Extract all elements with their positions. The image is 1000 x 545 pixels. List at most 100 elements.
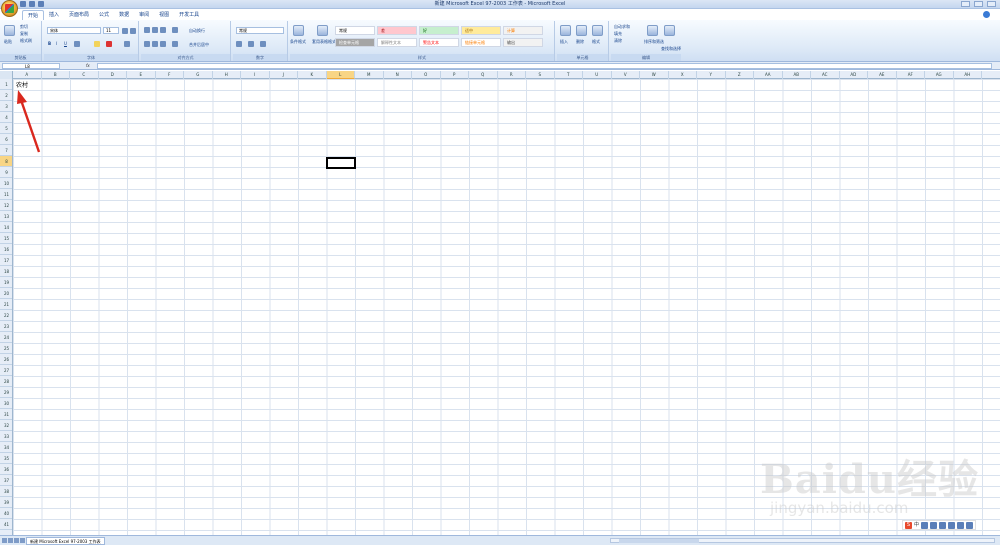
delete-cells-icon[interactable] <box>576 25 587 36</box>
column-header-ad[interactable]: AD <box>840 71 868 79</box>
row-header-12[interactable]: 12 <box>0 200 12 211</box>
formula-input[interactable] <box>97 63 992 69</box>
column-header-k[interactable]: K <box>298 71 327 79</box>
maximize-button[interactable] <box>974 1 983 7</box>
orientation-icon[interactable] <box>172 27 178 33</box>
sogou-icon[interactable]: S <box>905 521 912 529</box>
conditional-format-button[interactable]: 条件格式 <box>290 39 306 44</box>
column-header-g[interactable]: G <box>184 71 213 79</box>
align-center-icon[interactable] <box>152 41 158 47</box>
row-header-36[interactable]: 36 <box>0 464 12 475</box>
row-header-40[interactable]: 40 <box>0 508 12 519</box>
row-header-19[interactable]: 19 <box>0 277 12 288</box>
column-header-ae[interactable]: AE <box>868 71 897 79</box>
row-header-39[interactable]: 39 <box>0 497 12 508</box>
paste-icon[interactable] <box>4 25 15 36</box>
last-sheet-icon[interactable] <box>20 538 25 543</box>
bold-button[interactable]: B <box>48 41 51 46</box>
fill-color-icon[interactable] <box>94 41 100 47</box>
row-header-34[interactable]: 34 <box>0 442 12 453</box>
tab-6[interactable]: 视图 <box>154 10 174 20</box>
style-cell-6[interactable]: 解释性文本 <box>377 38 417 47</box>
column-header-u[interactable]: U <box>583 71 612 79</box>
tab-4[interactable]: 数据 <box>114 10 134 20</box>
column-header-ag[interactable]: AG <box>925 71 954 79</box>
row-header-22[interactable]: 22 <box>0 310 12 321</box>
column-header-o[interactable]: O <box>412 71 441 79</box>
column-header-aa[interactable]: AA <box>754 71 783 79</box>
font-name-select[interactable]: 宋体 <box>47 27 101 34</box>
row-header-9[interactable]: 9 <box>0 167 12 178</box>
column-header-i[interactable]: I <box>241 71 270 79</box>
align-middle-icon[interactable] <box>152 27 158 33</box>
row-header-41[interactable]: 41 <box>0 519 12 530</box>
row-header-25[interactable]: 25 <box>0 343 12 354</box>
grow-font-icon[interactable] <box>122 28 128 34</box>
row-header-32[interactable]: 32 <box>0 420 12 431</box>
border-icon[interactable] <box>74 41 80 47</box>
column-header-d[interactable]: D <box>99 71 127 79</box>
row-header-20[interactable]: 20 <box>0 288 12 299</box>
indent-icon[interactable] <box>172 41 178 47</box>
row-header-4[interactable]: 4 <box>0 112 12 123</box>
style-cell-1[interactable]: 差 <box>377 26 417 35</box>
row-header-6[interactable]: 6 <box>0 134 12 145</box>
user-icon[interactable] <box>948 521 956 529</box>
find-select-icon[interactable] <box>664 25 675 36</box>
help-icon[interactable] <box>983 11 990 18</box>
row-header-13[interactable]: 13 <box>0 211 12 222</box>
shirt-icon[interactable] <box>957 521 965 529</box>
column-header-w[interactable]: W <box>640 71 669 79</box>
style-cell-5[interactable]: 检查单元格 <box>335 38 375 47</box>
fill-button[interactable]: 填充 <box>614 31 622 36</box>
column-header-n[interactable]: N <box>384 71 412 79</box>
row-header-5[interactable]: 5 <box>0 123 12 134</box>
name-box[interactable]: L8 <box>2 63 60 69</box>
column-header-r[interactable]: R <box>498 71 526 79</box>
column-header-t[interactable]: T <box>555 71 583 79</box>
currency-icon[interactable] <box>236 41 242 47</box>
format-cells-icon[interactable] <box>592 25 603 36</box>
style-cell-0[interactable]: 常规 <box>335 26 375 35</box>
shrink-font-icon[interactable] <box>130 28 136 34</box>
column-header-c[interactable]: C <box>70 71 99 79</box>
wrap-text-button[interactable]: 自动换行 <box>189 28 205 33</box>
sort-filter-button[interactable]: 排序和筛选 <box>644 39 664 44</box>
column-header-h[interactable]: H <box>213 71 241 79</box>
row-header-33[interactable]: 33 <box>0 431 12 442</box>
column-header-m[interactable]: M <box>355 71 384 79</box>
prev-sheet-icon[interactable] <box>8 538 13 543</box>
row-header-17[interactable]: 17 <box>0 255 12 266</box>
minimize-button[interactable] <box>961 1 970 7</box>
keyboard-icon[interactable] <box>939 521 947 529</box>
next-sheet-icon[interactable] <box>14 538 19 543</box>
row-header-7[interactable]: 7 <box>0 145 12 156</box>
conditional-format-icon[interactable] <box>293 25 304 36</box>
close-button[interactable] <box>987 1 996 7</box>
clear-button[interactable]: 清除 <box>614 38 622 43</box>
font-color-icon[interactable] <box>106 41 112 47</box>
row-header-30[interactable]: 30 <box>0 398 12 409</box>
column-header-l[interactable]: L <box>326 71 355 79</box>
copy-button[interactable]: 复制 <box>20 31 28 36</box>
row-header-27[interactable]: 27 <box>0 365 12 376</box>
column-header-f[interactable]: F <box>156 71 184 79</box>
tab-2[interactable]: 页面布局 <box>64 10 94 20</box>
tab-5[interactable]: 审阅 <box>134 10 154 20</box>
tab-1[interactable]: 插入 <box>44 10 64 20</box>
autosum-button[interactable]: 自动求和 <box>614 24 630 29</box>
style-cell-2[interactable]: 好 <box>419 26 459 35</box>
style-cell-9[interactable]: 输出 <box>503 38 543 47</box>
column-header-v[interactable]: V <box>612 71 640 79</box>
insert-cells-icon[interactable] <box>560 25 571 36</box>
column-header-af[interactable]: AF <box>897 71 925 79</box>
column-header-q[interactable]: Q <box>469 71 498 79</box>
column-header-a[interactable]: A <box>13 71 42 79</box>
horizontal-scrollbar[interactable] <box>610 538 995 543</box>
format-painter-button[interactable]: 格式刷 <box>20 38 32 43</box>
row-header-26[interactable]: 26 <box>0 354 12 365</box>
row-header-38[interactable]: 38 <box>0 486 12 497</box>
punct-icon[interactable] <box>921 521 929 529</box>
row-header-10[interactable]: 10 <box>0 178 12 189</box>
style-cell-8[interactable]: 链接单元格 <box>461 38 501 47</box>
